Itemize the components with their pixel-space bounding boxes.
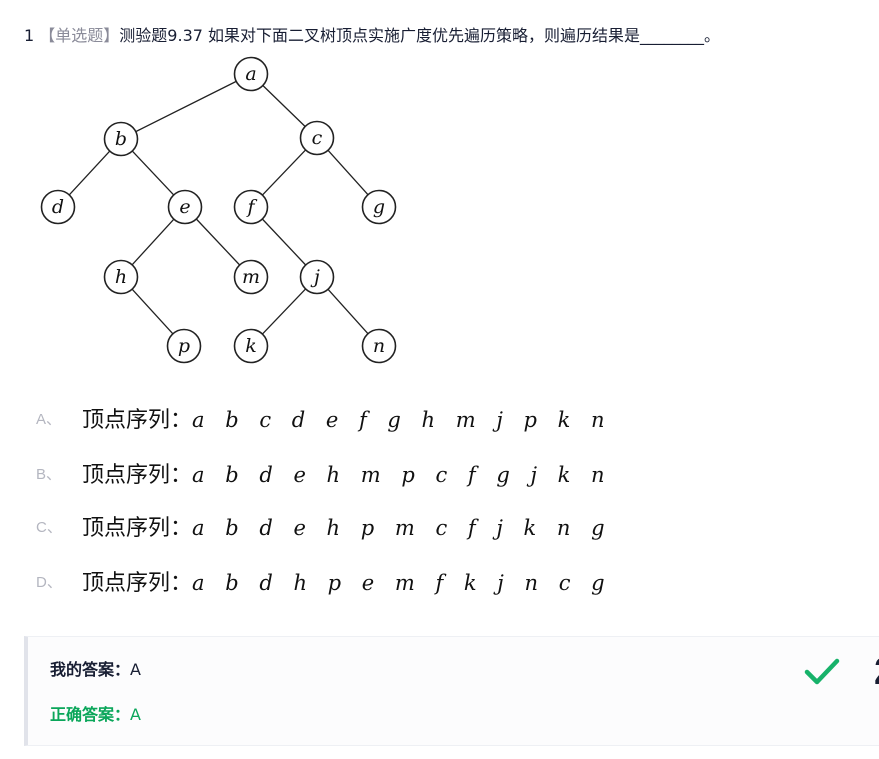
option-prefix: 顶点序列： <box>82 516 193 541</box>
my-answer-label: 我的答案： <box>50 660 131 679</box>
my-answer-value: A <box>130 660 141 679</box>
tree-node-c: c <box>299 120 335 156</box>
tree-node-label: m <box>242 266 260 288</box>
option-letter: A、 <box>36 410 62 428</box>
tree-node-f: f <box>233 189 269 225</box>
option-text: 顶点序列：a b d h p e m f k j n c g <box>82 565 605 597</box>
tree-edge-j-k <box>261 288 307 335</box>
tree-edge-a-c <box>262 85 306 127</box>
tree-edge-f-j <box>261 218 307 266</box>
tree-node-p: p <box>166 328 202 364</box>
tree-node-m: m <box>233 259 269 295</box>
tree-node-label: e <box>179 196 190 218</box>
tree-node-e: e <box>167 189 203 225</box>
option-text: 顶点序列：a b d e h p m c f j k n g <box>82 510 605 542</box>
tree-edge-h-p <box>131 288 174 335</box>
option-c[interactable]: C、 顶点序列：a b d e h p m c f j k n g <box>36 506 605 546</box>
binary-tree-diagram: a b c d e f g h m j p k n <box>40 56 397 364</box>
my-answer: 我的答案：A <box>50 659 141 681</box>
tree-node-label: h <box>115 266 127 288</box>
option-sequence: a b d h p e m f k j n c g <box>192 571 605 595</box>
tree-edge-a-b <box>135 80 237 133</box>
option-d[interactable]: D、 顶点序列：a b d h p e m f k j n c g <box>36 561 605 601</box>
tree-edge-j-n <box>327 288 369 335</box>
tree-node-label: n <box>373 335 385 357</box>
tree-node-n: n <box>361 328 397 364</box>
answer-panel: 我的答案：A 正确答案：A 2 <box>24 636 879 746</box>
option-text: 顶点序列：a b c d e f g h m j p k n <box>82 402 605 434</box>
option-prefix: 顶点序列： <box>82 463 193 488</box>
tree-node-label: a <box>245 63 256 85</box>
tree-node-j: j <box>299 259 335 295</box>
correct-answer-label: 正确答案： <box>50 705 131 724</box>
option-letter: B、 <box>36 465 62 483</box>
option-letter: C、 <box>36 518 62 536</box>
tree-node-label: g <box>373 196 385 218</box>
option-sequence: a b d e h p m c f j k n g <box>192 516 605 540</box>
option-text: 顶点序列：a b d e h m p c f g j k n <box>82 457 605 489</box>
tree-edge-e-h <box>131 218 175 266</box>
option-prefix: 顶点序列： <box>82 408 193 433</box>
tree-edge-b-d <box>68 150 111 196</box>
tree-node-label: b <box>115 128 127 150</box>
check-icon <box>804 658 840 685</box>
tree-node-h: h <box>103 259 139 295</box>
tree-node-a: a <box>233 56 269 92</box>
correct-answer: 正确答案：A <box>50 704 141 726</box>
score: 2 <box>874 651 879 694</box>
tree-node-label: c <box>312 127 323 149</box>
tree-edge-c-f <box>261 149 307 196</box>
tree-edge-e-m <box>195 218 241 266</box>
tree-node-d: d <box>40 189 76 225</box>
tree-node-label: k <box>245 335 257 357</box>
tree-node-b: b <box>103 121 139 157</box>
option-b[interactable]: B、 顶点序列：a b d e h m p c f g j k n <box>36 453 605 493</box>
tree-edge-b-e <box>131 150 175 196</box>
correct-answer-value: A <box>130 705 141 724</box>
tree-node-g: g <box>361 189 397 225</box>
tree-edge-c-g <box>327 149 369 196</box>
option-sequence: a b d e h m p c f g j k n <box>192 463 605 487</box>
tree-node-label: d <box>52 196 64 218</box>
option-sequence: a b c d e f g h m j p k n <box>192 408 605 432</box>
option-prefix: 顶点序列： <box>82 571 193 596</box>
tree-node-k: k <box>233 328 269 364</box>
option-a[interactable]: A、 顶点序列：a b c d e f g h m j p k n <box>36 398 605 438</box>
tree-node-label: p <box>178 335 190 357</box>
option-letter: D、 <box>36 573 62 591</box>
